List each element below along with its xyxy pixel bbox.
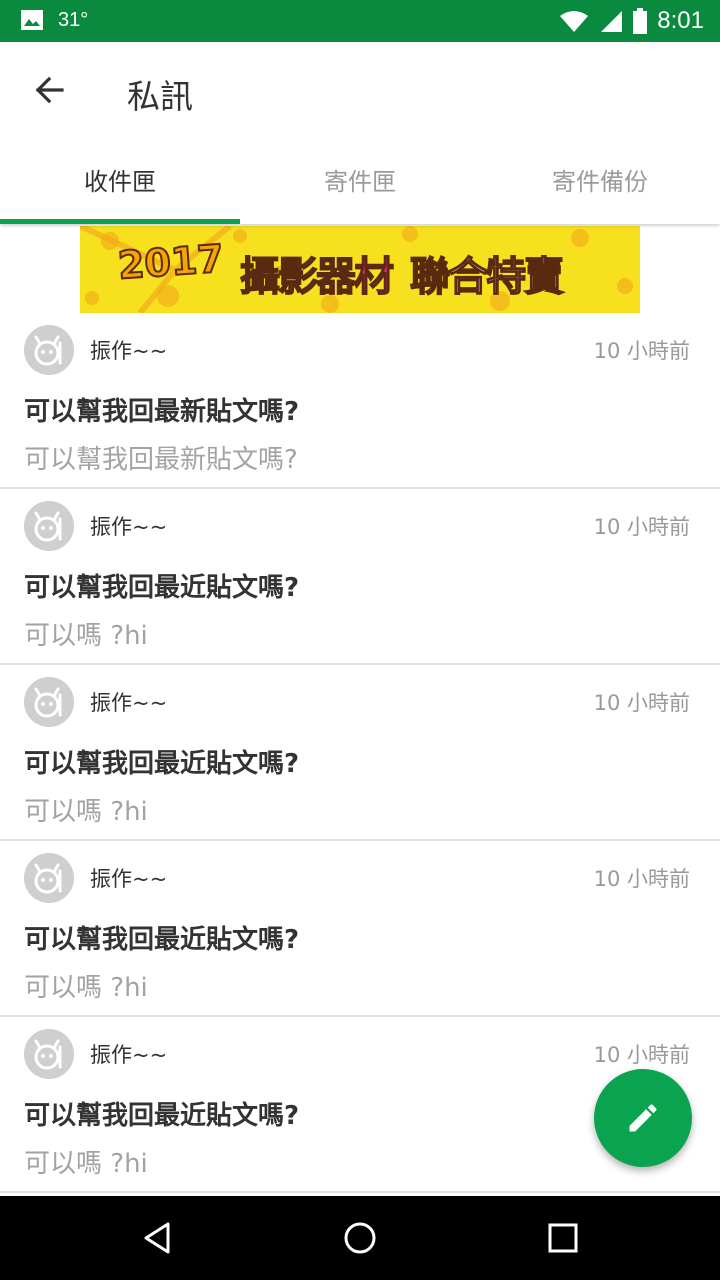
- temperature: 31°: [58, 8, 89, 31]
- tab-sent-backup[interactable]: 寄件備份: [480, 142, 720, 224]
- signal-icon: [601, 11, 623, 32]
- page-title: 私訊: [127, 77, 193, 116]
- message-subject: 可以幫我回最近貼文嗎?: [24, 925, 300, 955]
- message-preview: 可以嗎 ?hi: [24, 797, 148, 827]
- message-preview: 可以嗎 ?hi: [24, 621, 148, 651]
- banner-year: 2017: [116, 235, 227, 288]
- ad-banner[interactable]: 2017 攝影器材 聯合特賣: [80, 226, 640, 313]
- wifi-icon: [560, 11, 589, 32]
- message-subject: 可以幫我回最新貼文嗎?: [24, 397, 300, 427]
- sender-name: 振作~~: [90, 867, 168, 891]
- nav-back-icon[interactable]: [138, 1218, 178, 1258]
- message-preview: 可以嗎 ?hi: [24, 1149, 148, 1179]
- compose-button[interactable]: [594, 1069, 692, 1167]
- message-subject: 可以幫我回最近貼文嗎?: [24, 1101, 300, 1131]
- status-bar: 31° 8:01: [0, 0, 720, 42]
- tab-outbox[interactable]: 寄件匣: [240, 142, 480, 224]
- sender-name: 振作~~: [90, 1043, 168, 1067]
- message-time: 10 小時前: [593, 867, 690, 891]
- message-item[interactable]: 振作~~ 10 小時前 可以幫我回最近貼文嗎? 可以嗎 ?hi: [0, 665, 720, 841]
- system-nav-bar: [0, 1196, 720, 1280]
- nav-recents-icon[interactable]: [543, 1218, 583, 1258]
- sender-name: 振作~~: [90, 339, 168, 363]
- pencil-icon: [629, 1104, 657, 1132]
- tab-bar: 收件匣 寄件匣 寄件備份: [0, 142, 720, 224]
- image-icon: [21, 10, 43, 30]
- nav-home-icon[interactable]: [340, 1218, 380, 1258]
- app-bar: 私訊: [0, 42, 720, 142]
- robot-face-icon: [24, 325, 74, 375]
- tab-inbox[interactable]: 收件匣: [0, 142, 240, 224]
- message-item[interactable]: 振作~~ 10 小時前 可以幫我回最近貼文嗎? 可以嗎 ?hi: [0, 489, 720, 665]
- robot-face-icon: [24, 501, 74, 551]
- battery-icon: [633, 8, 648, 34]
- message-item[interactable]: 振作~~ 10 小時前 可以幫我回最新貼文嗎? 可以幫我回最新貼文嗎?: [0, 313, 720, 489]
- robot-face-icon: [24, 853, 74, 903]
- message-time: 10 小時前: [593, 1043, 690, 1067]
- banner-text-pink: 攝影器材: [239, 253, 395, 301]
- message-preview: 可以幫我回最新貼文嗎?: [24, 445, 298, 475]
- clock: 8:01: [657, 7, 704, 34]
- message-list: 振作~~ 10 小時前 可以幫我回最新貼文嗎? 可以幫我回最新貼文嗎? 振作~~…: [0, 313, 720, 1193]
- robot-face-icon: [24, 1029, 74, 1079]
- message-subject: 可以幫我回最近貼文嗎?: [24, 573, 300, 603]
- message-item[interactable]: 振作~~ 10 小時前 可以幫我回最近貼文嗎? 可以嗎 ?hi: [0, 841, 720, 1017]
- robot-face-icon: [24, 677, 74, 727]
- sender-name: 振作~~: [90, 691, 168, 715]
- tab-indicator: [0, 219, 240, 224]
- banner-text-white: 聯合特賣: [409, 253, 565, 301]
- message-time: 10 小時前: [593, 339, 690, 363]
- arrow-left-icon[interactable]: [30, 70, 70, 110]
- sender-name: 振作~~: [90, 515, 168, 539]
- message-time: 10 小時前: [593, 691, 690, 715]
- message-subject: 可以幫我回最近貼文嗎?: [24, 749, 300, 779]
- message-preview: 可以嗎 ?hi: [24, 973, 148, 1003]
- message-time: 10 小時前: [593, 515, 690, 539]
